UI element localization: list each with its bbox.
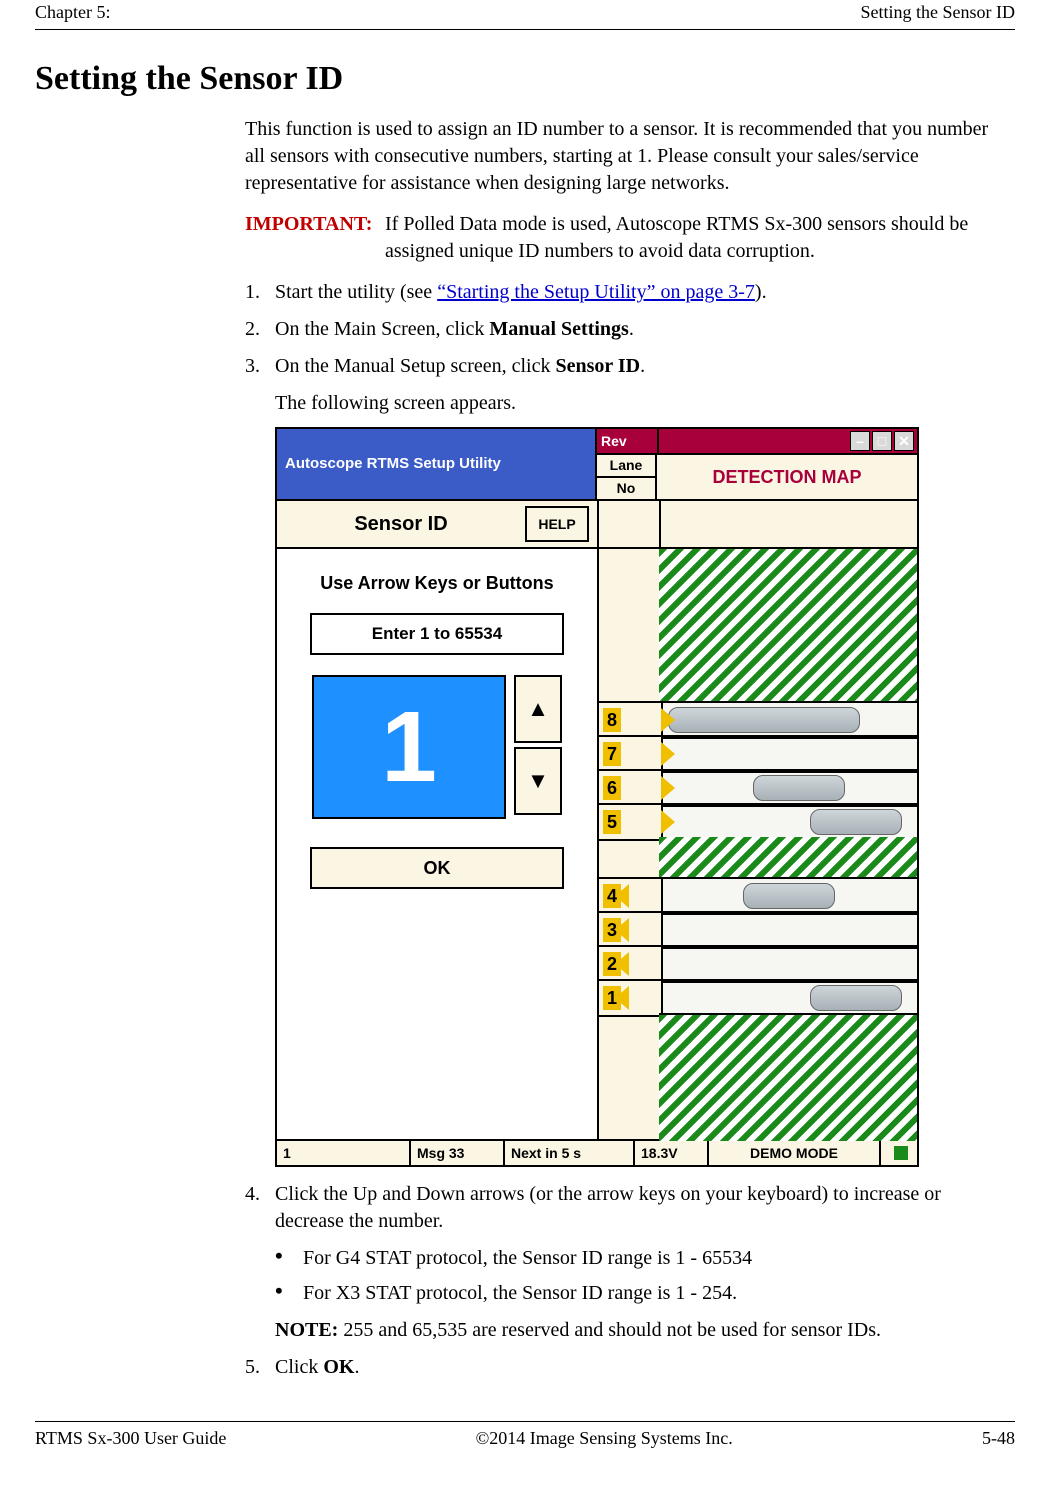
app-screenshot: Autoscope RTMS Setup Utility Rev – □ ✕ L… <box>275 427 919 1167</box>
range-hint-field[interactable]: Enter 1 to 65534 <box>310 613 564 655</box>
footer-left: RTMS Sx-300 User Guide <box>35 1428 226 1449</box>
step-2: 2. On the Main Screen, click Manual Sett… <box>245 316 1005 343</box>
vehicle-icon <box>668 707 860 733</box>
app-titlebar: Autoscope RTMS Setup Utility <box>277 429 597 501</box>
lane-8-marker: 8 <box>603 708 621 732</box>
important-label: IMPORTANT: <box>245 211 385 265</box>
detection-map-header: DETECTION MAP <box>657 455 917 501</box>
footer-right: 5-48 <box>982 1428 1015 1449</box>
instruction-text: Use Arrow Keys or Buttons <box>320 571 553 595</box>
lane-2-marker: 2 <box>603 952 621 976</box>
status-mode: DEMO MODE <box>709 1141 881 1165</box>
status-indicator-icon <box>894 1146 908 1160</box>
lane-7-marker: 7 <box>603 742 621 766</box>
no-header: No <box>597 478 655 499</box>
sensor-id-value: 1 <box>312 675 506 819</box>
lane-3-marker: 3 <box>603 918 621 942</box>
note-line: NOTE: 255 and 65,535 are reserved and sh… <box>275 1317 1005 1344</box>
running-head-left: Chapter 5: <box>35 2 110 23</box>
rev-label: Rev <box>597 429 659 453</box>
arrow-up-button[interactable]: ▲ <box>514 675 562 743</box>
status-next: Next in 5 s <box>505 1141 635 1165</box>
step-1: 1. Start the utility (see “Starting the … <box>245 279 1005 306</box>
important-text: If Polled Data mode is used, Autoscope R… <box>385 211 1005 265</box>
footer-center: ©2014 Image Sensing Systems Inc. <box>476 1428 733 1449</box>
maximize-button[interactable]: □ <box>872 431 892 451</box>
step-5: 5. Click OK. <box>245 1354 1005 1381</box>
vehicle-icon <box>810 985 902 1011</box>
status-id: 1 <box>277 1141 411 1165</box>
ok-button[interactable]: OK <box>310 847 564 889</box>
status-msg: Msg 33 <box>411 1141 505 1165</box>
lane-5-marker: 5 <box>603 810 621 834</box>
lane-4-marker: 4 <box>603 884 621 908</box>
screen-name-label: Sensor ID <box>277 511 525 538</box>
status-bar: 1 Msg 33 Next in 5 s 18.3V DEMO MODE <box>277 1139 917 1165</box>
help-button[interactable]: HELP <box>525 506 589 542</box>
vehicle-icon <box>753 775 845 801</box>
minimize-button[interactable]: – <box>850 431 870 451</box>
lane-6-marker: 6 <box>603 776 621 800</box>
bullet-g4: •For G4 STAT protocol, the Sensor ID ran… <box>275 1245 1005 1272</box>
link-starting-setup-utility[interactable]: “Starting the Setup Utility” on page 3-7 <box>437 281 755 303</box>
step-4: 4. Click the Up and Down arrows (or the … <box>245 1181 1005 1235</box>
lane-header: Lane <box>597 455 655 478</box>
lane-1-marker: 1 <box>603 986 621 1010</box>
important-block: IMPORTANT: If Polled Data mode is used, … <box>245 211 1005 265</box>
status-voltage: 18.3V <box>635 1141 709 1165</box>
step-3-subtext: The following screen appears. <box>275 390 1005 417</box>
vehicle-icon <box>743 883 835 909</box>
running-head-right: Setting the Sensor ID <box>861 2 1016 23</box>
close-button[interactable]: ✕ <box>894 431 914 451</box>
section-heading: Setting the Sensor ID <box>35 60 1015 98</box>
step-3: 3. On the Manual Setup screen, click Sen… <box>245 353 1005 380</box>
vehicle-icon <box>810 809 902 835</box>
intro-paragraph: This function is used to assign an ID nu… <box>245 116 1005 197</box>
bullet-x3: •For X3 STAT protocol, the Sensor ID ran… <box>275 1280 1005 1307</box>
arrow-down-button[interactable]: ▼ <box>514 747 562 815</box>
